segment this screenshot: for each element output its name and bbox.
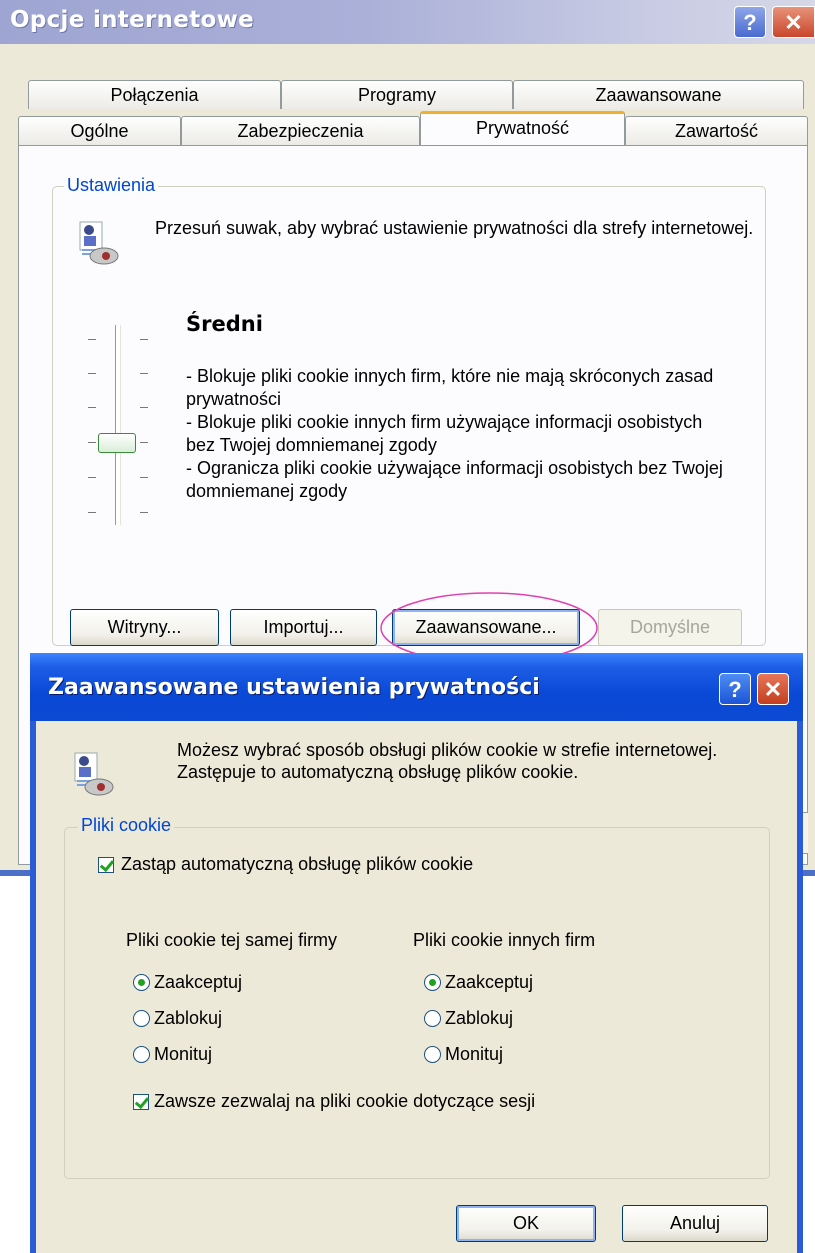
tab-connections[interactable]: Połączenia bbox=[28, 80, 281, 109]
cookies-group bbox=[64, 827, 770, 1179]
cancel-button[interactable]: Anuluj bbox=[622, 1205, 768, 1242]
privacy-level-description: - Blokuje pliki cookie innych firm, któr… bbox=[186, 365, 726, 503]
radio-label: Zablokuj bbox=[445, 1008, 514, 1028]
slider-thumb[interactable] bbox=[98, 433, 136, 453]
settings-group-label: Ustawienia bbox=[64, 175, 159, 196]
tab-security[interactable]: Zabezpieczenia bbox=[181, 116, 420, 145]
session-checkbox-label: Zawsze zezwalaj na pliki cookie dotycząc… bbox=[154, 1091, 536, 1111]
description-line: - Blokuje pliki cookie innych firm używa… bbox=[186, 412, 703, 455]
help-icon[interactable]: ? bbox=[734, 6, 766, 38]
third-party-heading: Pliki cookie innych firm bbox=[413, 930, 596, 950]
radio-label: Monituj bbox=[445, 1044, 504, 1064]
window-edge bbox=[0, 870, 30, 876]
radio-button[interactable] bbox=[133, 1010, 150, 1027]
privacy-person-icon bbox=[79, 221, 119, 265]
privacy-level-title: Średni bbox=[186, 312, 263, 336]
slider-track bbox=[115, 325, 121, 525]
cookies-group-label: Pliki cookie bbox=[78, 815, 175, 836]
radio-label: Monituj bbox=[154, 1044, 213, 1064]
radio-button[interactable] bbox=[424, 1010, 441, 1027]
dialog-close-icon[interactable]: ✕ bbox=[757, 673, 789, 705]
radio-button[interactable] bbox=[133, 1046, 150, 1063]
tab-privacy[interactable]: Prywatność bbox=[420, 111, 625, 145]
override-checkbox[interactable] bbox=[98, 857, 114, 873]
radio-label: Zablokuj bbox=[154, 1008, 223, 1028]
dialog-title-bar[interactable]: Zaawansowane ustawienia prywatności ? ✕ bbox=[30, 653, 803, 721]
description-line: - Ogranicza pliki cookie używające infor… bbox=[186, 458, 723, 501]
radio-label: Zaakceptuj bbox=[445, 972, 534, 992]
window-edge bbox=[803, 870, 815, 876]
dialog-intro-text: Możesz wybrać sposób obsługi plików cook… bbox=[177, 740, 718, 782]
privacy-intro-text: Przesuń suwak, aby wybrać ustawienie pry… bbox=[155, 218, 754, 238]
dialog-title: Zaawansowane ustawienia prywatności bbox=[48, 675, 540, 700]
advanced-privacy-dialog: Zaawansowane ustawienia prywatności ? ✕ … bbox=[30, 653, 803, 1253]
tab-content[interactable]: Zawartość bbox=[625, 116, 808, 145]
tab-programs[interactable]: Programy bbox=[281, 80, 513, 109]
ok-button[interactable]: OK bbox=[456, 1205, 596, 1242]
description-line: - Blokuje pliki cookie innych firm, któr… bbox=[186, 366, 714, 409]
first-party-heading: Pliki cookie tej samej firmy bbox=[126, 930, 338, 950]
tab-advanced[interactable]: Zaawansowane bbox=[513, 80, 804, 109]
title-bar[interactable]: Opcje internetowe ? ✕ bbox=[0, 0, 815, 44]
radio-button[interactable] bbox=[424, 974, 441, 991]
window-title: Opcje internetowe bbox=[10, 7, 255, 33]
privacy-level-slider[interactable] bbox=[82, 325, 154, 525]
radio-label: Zaakceptuj bbox=[154, 972, 243, 992]
default-button: Domyślne bbox=[598, 609, 742, 646]
dialog-help-icon[interactable]: ? bbox=[719, 673, 751, 705]
dialog-body: Możesz wybrać sposób obsługi plików cook… bbox=[36, 721, 797, 1253]
radio-button[interactable] bbox=[424, 1046, 441, 1063]
import-button[interactable]: Importuj... bbox=[230, 609, 377, 646]
radio-button[interactable] bbox=[133, 974, 150, 991]
close-icon[interactable]: ✕ bbox=[772, 6, 815, 38]
session-checkbox[interactable] bbox=[133, 1094, 149, 1110]
privacy-person-icon bbox=[74, 752, 114, 796]
tab-general[interactable]: Ogólne bbox=[18, 116, 181, 145]
override-checkbox-label: Zastąp automatyczną obsługę plików cooki… bbox=[121, 854, 474, 874]
sites-button[interactable]: Witryny... bbox=[70, 609, 219, 646]
